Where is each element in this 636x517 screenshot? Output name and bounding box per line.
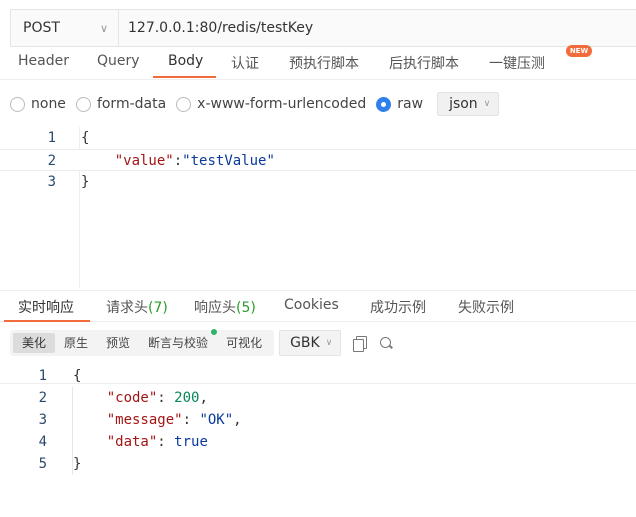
view-preview-button[interactable]: 预览 — [97, 333, 139, 353]
chevron-down-icon: ∨ — [325, 338, 333, 348]
json-key: "code" — [106, 390, 158, 406]
url-bar: POST ∨ 127.0.0.1:80/redis/testKey — [10, 9, 636, 47]
tab-response-headers[interactable]: 响应头(5) — [194, 297, 256, 317]
line-number: 5 — [38, 456, 47, 472]
radio-label: raw — [397, 96, 424, 112]
view-assertion-button[interactable]: 断言与校验 — [139, 329, 218, 353]
url-input[interactable]: 127.0.0.1:80/redis/testKey — [119, 20, 313, 36]
body-format-label: json — [449, 96, 478, 112]
body-format-select[interactable]: json ∨ — [437, 92, 500, 116]
radio-form-data[interactable]: form-data — [75, 96, 167, 112]
json-key: "data" — [106, 434, 158, 450]
radio-circle-icon — [10, 96, 25, 112]
line-number: 4 — [38, 434, 47, 450]
search-icon[interactable] — [379, 336, 393, 350]
radio-label: none — [31, 96, 66, 112]
line-number: 3 — [47, 174, 56, 190]
code-line: 2 "value":"testValue" — [0, 149, 636, 171]
json-value: "OK" — [199, 412, 234, 428]
code-line: 1 { — [0, 127, 636, 149]
code-text: { — [81, 130, 90, 146]
chevron-down-icon: ∨ — [99, 22, 108, 35]
tab-realtime-response[interactable]: 实时响应 — [18, 297, 74, 317]
code-text: "code": 200, — [106, 390, 208, 406]
json-colon: : — [173, 153, 183, 169]
request-body-editor[interactable]: 1 { 2 "value":"testValue" 3 } — [0, 127, 636, 288]
json-key: "message" — [106, 412, 183, 428]
request-tabs: Header Query Body 认证 预执行脚本 后执行脚本 一键压测 NE… — [0, 45, 636, 80]
active-tab-indicator — [4, 320, 90, 322]
line-number: 3 — [38, 412, 47, 428]
line-number: 2 — [38, 390, 47, 406]
view-visualize-button[interactable]: 可视化 — [217, 333, 271, 353]
view-pretty-button[interactable]: 美化 — [13, 333, 56, 353]
tab-label: 请求头 — [106, 300, 148, 316]
tab-cookies[interactable]: Cookies — [284, 297, 339, 313]
radio-circle-icon — [176, 96, 192, 112]
tab-auth[interactable]: 认证 — [231, 53, 259, 73]
response-tabs: 实时响应 请求头(7) 响应头(5) Cookies 成功示例 失败示例 — [0, 290, 636, 322]
active-tab-indicator — [153, 76, 216, 78]
radio-circle-icon — [75, 96, 91, 112]
line-number: 1 — [47, 130, 56, 146]
tab-label: 响应头 — [194, 300, 236, 316]
view-mode-group: 美化 原生 预览 断言与校验 可视化 — [10, 329, 275, 356]
new-badge: NEW — [566, 45, 592, 57]
tab-query[interactable]: Query — [97, 53, 140, 69]
code-text: "message": "OK", — [106, 412, 242, 428]
method-select[interactable]: POST ∨ — [11, 10, 119, 46]
json-value: "testValue" — [182, 153, 275, 169]
code-line: 1 { — [0, 365, 636, 387]
code-line: 3 "message": "OK", — [0, 409, 636, 431]
tab-success-example[interactable]: 成功示例 — [370, 297, 426, 317]
radio-none[interactable]: none — [10, 96, 66, 112]
code-text: } — [81, 174, 90, 190]
line-number: 1 — [38, 368, 47, 384]
radio-urlencoded[interactable]: x-www-form-urlencoded — [176, 96, 366, 112]
chevron-down-icon: ∨ — [483, 99, 491, 109]
code-text: "data": true — [106, 434, 208, 450]
response-view-bar: 美化 原生 预览 断言与校验 可视化 GBK ∨ — [10, 329, 393, 356]
radio-label: x-www-form-urlencoded — [197, 96, 367, 112]
code-text: { — [73, 368, 82, 384]
line-number: 2 — [47, 153, 56, 169]
code-line: 2 "code": 200, — [0, 387, 636, 409]
charset-select[interactable]: GBK ∨ — [279, 330, 342, 356]
response-body-viewer: 1 { 2 "code": 200, 3 "message": "OK", 4 … — [0, 365, 636, 517]
code-text: } — [73, 456, 82, 472]
json-key: "value" — [114, 153, 174, 169]
code-line: 4 "data": true — [0, 431, 636, 453]
code-line: 3 } — [0, 171, 636, 193]
method-label: POST — [23, 20, 60, 36]
tab-fail-example[interactable]: 失败示例 — [458, 297, 514, 317]
json-value: true — [174, 434, 208, 450]
code-line: 5 } — [0, 453, 636, 475]
body-type-selector: none form-data x-www-form-urlencoded raw… — [10, 92, 500, 116]
view-raw-button[interactable]: 原生 — [55, 333, 97, 353]
radio-raw[interactable]: raw — [376, 96, 423, 112]
tab-header[interactable]: Header — [18, 53, 69, 69]
json-value: 200 — [174, 390, 200, 406]
charset-label: GBK — [290, 335, 320, 351]
count-badge: (7) — [148, 300, 168, 316]
code-text: "value":"testValue" — [81, 150, 275, 172]
tab-post-script[interactable]: 后执行脚本 — [389, 53, 459, 73]
tab-body[interactable]: Body — [168, 53, 203, 69]
radio-label: form-data — [96, 96, 167, 112]
divider — [0, 79, 636, 80]
copy-icon[interactable] — [353, 336, 368, 352]
radio-checked-icon — [376, 96, 392, 112]
tab-stress-test[interactable]: 一键压测 — [489, 53, 545, 73]
count-badge: (5) — [236, 300, 256, 316]
tab-pre-script[interactable]: 预执行脚本 — [289, 53, 359, 73]
view-assertion-label: 断言与校验 — [148, 336, 209, 350]
tab-request-headers[interactable]: 请求头(7) — [106, 297, 168, 317]
